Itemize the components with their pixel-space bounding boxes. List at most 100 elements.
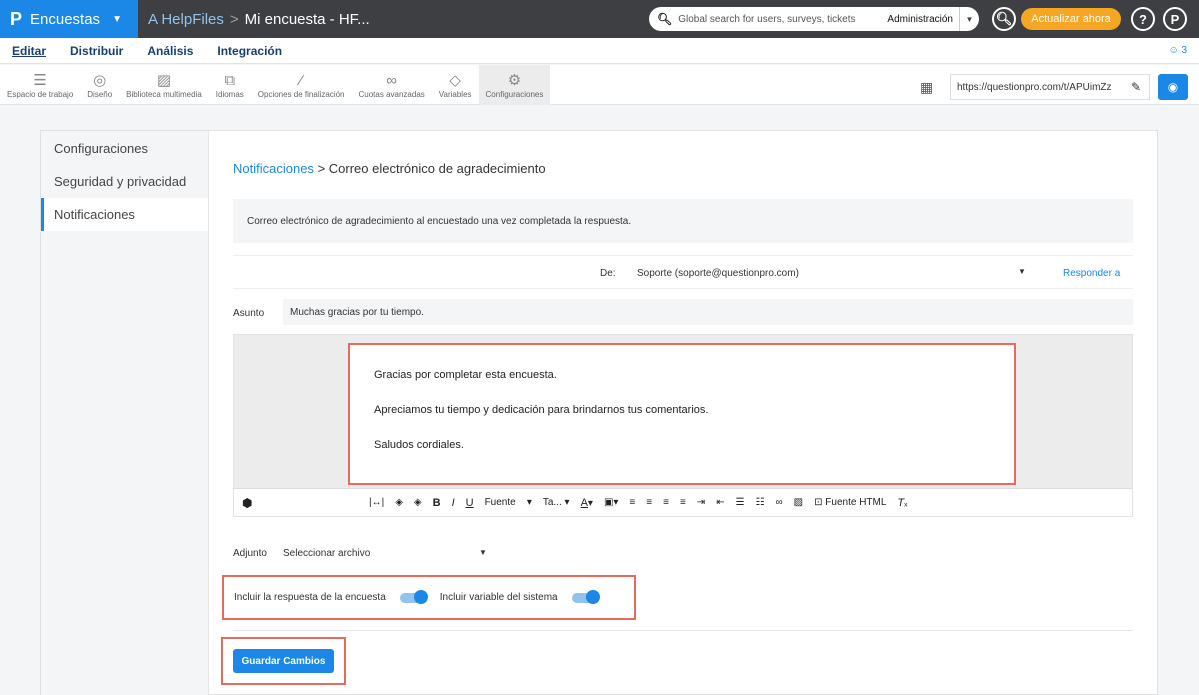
include-options: Incluir la respuesta de la encuesta Incl… [222,575,636,620]
text-color-icon[interactable]: A▾ [581,497,593,509]
include-response-label: Incluir la respuesta de la encuesta [234,592,386,603]
users-icon: ☺ [1168,45,1179,56]
align-right-icon[interactable]: ≡ [663,497,669,508]
chevron-down-icon[interactable]: ▼ [959,7,979,31]
survey-title[interactable]: Mi encuesta - HF... [245,11,370,28]
subject-field[interactable]: Muchas gracias por tu tiempo. [283,299,1133,325]
tool-workspace[interactable]: ☰ Espacio de trabajo [0,65,80,105]
top-bar: P Encuestas ▼ A HelpFiles > Mi encuesta … [0,0,1199,38]
tool-variables[interactable]: ◇ Variables [432,65,479,105]
global-search[interactable]: 🔍︎ Global search for users, surveys, tic… [649,7,979,31]
description: Correo electrónico de agradecimiento al … [233,199,1133,243]
page-title: Correo electrónico de agradecimiento [328,161,546,176]
profile-icon[interactable]: P [1163,7,1187,31]
tag-icon[interactable]: ⬢ [242,496,252,510]
clear-format-icon[interactable]: Tₓ [897,497,907,509]
image-icon[interactable]: ▨ [794,497,803,508]
chevron-down-icon: ▼ [112,13,122,25]
attachment-select[interactable]: Seleccionar archivo [283,548,370,559]
font-select[interactable]: Fuente ▾ [485,497,532,508]
tool-label: Espacio de trabajo [7,89,74,99]
users-count[interactable]: ☺ 3 [1168,45,1187,56]
translate-icon: ⧉ [224,71,236,89]
indent-icon[interactable]: ⇥ [697,497,705,508]
size-select-label: Ta... [542,497,562,508]
underline-icon[interactable]: U [466,497,474,509]
nav-edit[interactable]: Editar [12,44,46,58]
tool-label: Biblioteca multimedia [126,89,202,99]
body-line: Apreciamos tu tiempo y dedicación para b… [374,404,709,417]
admin-selector[interactable]: Administración [887,14,959,25]
tool-media-library[interactable]: ▨ Biblioteca multimedia [119,65,209,105]
notification-editor: Notificaciones > Correo electrónico de a… [209,131,1159,695]
email-body[interactable]: Gracias por completar esta encuesta. Apr… [348,343,1016,485]
font-select-label: Fuente [484,497,516,508]
divider [233,630,1133,631]
from-select[interactable]: Soporte (soporte@questionpro.com) [637,268,799,279]
tool-label: Idiomas [215,89,244,99]
help-icon[interactable]: ? [1131,7,1155,31]
survey-url[interactable]: https://questionpro.com/t/APUimZz ✎ [950,74,1150,100]
nav-integration[interactable]: Integración [217,44,282,58]
breadcrumb: A HelpFiles > Mi encuesta - HF... [138,11,370,28]
nav-distribute[interactable]: Distribuir [70,44,123,58]
nav-analysis[interactable]: Análisis [147,44,193,58]
size-select[interactable]: Ta... ▾ [543,497,570,508]
palette-icon: ◎ [93,71,107,89]
tool-label: Configuraciones [485,89,544,99]
save-button[interactable]: Guardar Cambios [233,649,334,673]
magic-wand-icon: ⁄ [299,71,303,89]
chevron-down-icon[interactable]: ▼ [1018,267,1026,276]
include-variable-toggle[interactable] [571,589,600,604]
attachment-label: Adjunto [233,548,267,559]
justify-icon[interactable]: ≡ [680,497,686,508]
bg-color-icon[interactable]: ▣▾ [604,497,618,508]
outdent-icon[interactable]: ⇤ [716,497,724,508]
qr-code-icon[interactable]: ▦ [920,79,933,96]
tool-advanced-quotas[interactable]: ∞ Cuotas avanzadas [352,65,432,105]
tool-label: Diseño [87,89,113,99]
tool-label: Opciones de finalización [257,89,345,99]
tool-label: Variables [438,89,472,99]
sidebar-item-settings[interactable]: Configuraciones [41,132,208,165]
search-icon-button[interactable]: 🔍︎ [992,7,1016,31]
settings-panel: Configuraciones Seguridad y privacidad N… [40,130,1158,695]
breadcrumb-root[interactable]: A HelpFiles [148,11,224,28]
sidebar-item-notifications[interactable]: Notificaciones [41,198,208,231]
chevron-down-icon[interactable]: ▼ [479,548,487,557]
link-icon[interactable]: ∞ [776,497,783,508]
fill-color-icon[interactable]: ◈ [395,497,403,508]
app-name: Encuestas [30,10,101,28]
tool-finish-options[interactable]: ⁄ Opciones de finalización [251,65,352,105]
bold-icon[interactable]: B [433,497,441,509]
include-variable-label: Incluir variable del sistema [439,592,558,603]
breadcrumb-notifications[interactable]: Notificaciones [233,161,314,176]
tag-icon: ◇ [449,71,461,89]
tool-design[interactable]: ◎ Diseño [80,65,119,105]
numbered-list-icon[interactable]: ☷ [756,497,765,508]
preview-eye-icon[interactable]: ◉ [1158,74,1188,100]
from-row: De: Soporte (soporte@questionpro.com) ▼ … [233,255,1133,289]
app-switcher[interactable]: P Encuestas ▼ [0,0,138,38]
fill-color-2-icon[interactable]: ◈ [414,497,422,508]
pencil-icon[interactable]: ✎ [1131,80,1141,94]
include-response-toggle[interactable] [399,589,428,604]
subject-label: Asunto [233,308,265,319]
sidebar-item-security[interactable]: Seguridad y privacidad [41,165,208,198]
tool-settings[interactable]: ⚙ Configuraciones [478,65,551,105]
body-line: Gracias por completar esta encuesta. [374,369,557,381]
upgrade-button[interactable]: Actualizar ahora [1021,8,1121,30]
html-source-button[interactable]: ⊡ Fuente HTML [814,497,886,508]
align-left-icon[interactable]: ≡ [629,497,635,508]
align-center-icon[interactable]: ≡ [646,497,652,508]
italic-icon[interactable]: I [452,497,455,509]
search-input[interactable]: Global search for users, surveys, ticket… [678,14,887,25]
reply-to-link[interactable]: Responder a [1063,268,1120,279]
toggle-knob [585,589,600,604]
breadcrumb-separator: > [317,161,329,176]
workspace-icon: ☰ [33,71,47,89]
bullet-list-icon[interactable]: ☰ [736,497,745,508]
tool-languages[interactable]: ⧉ Idiomas [209,65,251,105]
width-icon[interactable]: |↔| [369,497,384,508]
email-body-editor: Gracias por completar esta encuesta. Apr… [233,334,1133,517]
